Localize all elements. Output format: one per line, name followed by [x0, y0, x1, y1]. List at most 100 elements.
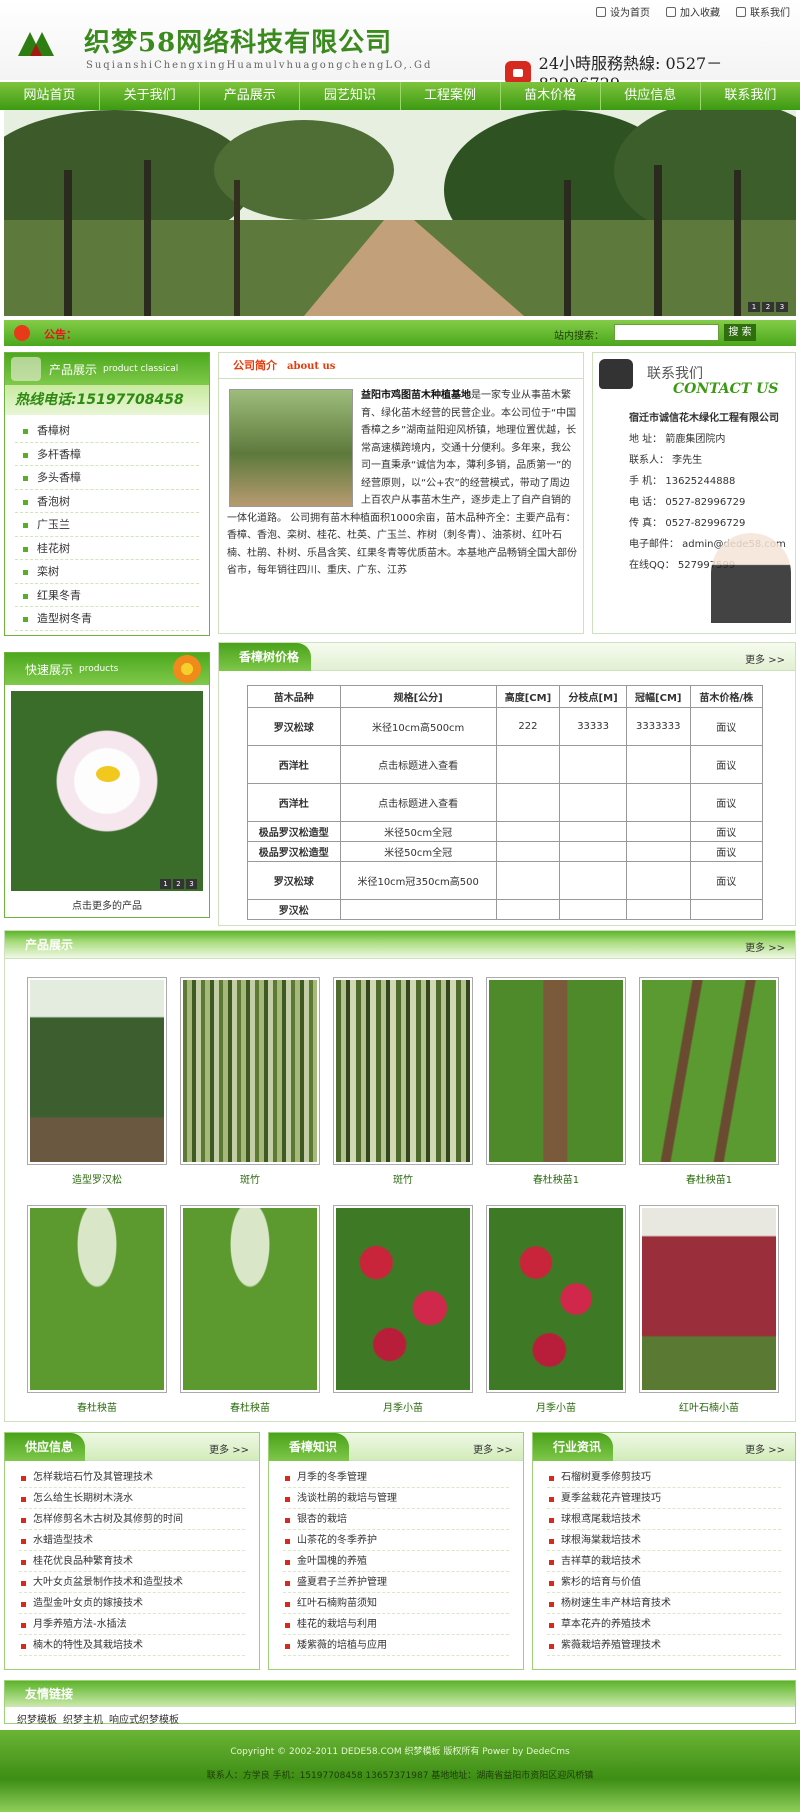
product-image[interactable] — [27, 977, 167, 1165]
product-card[interactable]: 春杜秧苗1 — [486, 977, 626, 1186]
list-item[interactable]: 红果冬青 — [15, 584, 199, 607]
product-caption[interactable]: 斑竹 — [333, 1171, 473, 1186]
friend-link[interactable]: 织梦模板 — [17, 1711, 57, 1726]
product-image[interactable] — [639, 977, 779, 1165]
list-item[interactable]: 杨树速生丰产林培育技术 — [547, 1593, 781, 1614]
product-image[interactable] — [180, 977, 320, 1165]
list-item[interactable]: 怎样栽培石竹及其管理技术 — [19, 1467, 245, 1488]
product-card[interactable]: 斑竹 — [333, 977, 473, 1186]
product-card[interactable]: 春杜秧苗 — [27, 1205, 167, 1414]
product-card[interactable]: 红叶石楠小苗 — [639, 1205, 779, 1414]
product-card[interactable]: 斑竹 — [180, 977, 320, 1186]
product-card[interactable]: 春杜秧苗 — [180, 1205, 320, 1414]
product-image[interactable] — [180, 1205, 320, 1393]
add-favorite-link[interactable]: 加入收藏 — [666, 4, 720, 19]
list-item[interactable]: 多杆香樟 — [15, 443, 199, 466]
list-item[interactable]: 紫薇栽培养殖管理技术 — [547, 1635, 781, 1656]
list-item[interactable]: 金叶国槐的养殖 — [283, 1551, 509, 1572]
product-image[interactable] — [333, 1205, 473, 1393]
list-item[interactable]: 矮紫薇的培植与应用 — [283, 1635, 509, 1656]
banner-slideshow[interactable]: 1 2 3 — [4, 110, 796, 316]
table-cell[interactable]: 罗汉松球 — [247, 707, 341, 746]
banner-dot-1[interactable]: 1 — [748, 302, 760, 312]
table-cell[interactable]: 西洋杜 — [247, 783, 341, 822]
list-item[interactable]: 夏季盆栽花卉管理技巧 — [547, 1488, 781, 1509]
product-image[interactable] — [27, 1205, 167, 1393]
product-caption[interactable]: 月季小苗 — [333, 1399, 473, 1414]
list-item[interactable]: 大叶女贞盆景制作技术和造型技术 — [19, 1572, 245, 1593]
supply-more-link[interactable]: 更多 >> — [209, 1441, 249, 1456]
set-home-link[interactable]: 设为首页 — [596, 4, 650, 19]
list-item[interactable]: 草本花卉的养殖技术 — [547, 1614, 781, 1635]
list-item[interactable]: 银杏的栽培 — [283, 1509, 509, 1530]
lotus-image[interactable]: 1 2 3 — [11, 691, 203, 891]
list-item[interactable]: 楠木的特性及其栽培技术 — [19, 1635, 245, 1656]
industry-more-link[interactable]: 更多 >> — [745, 1441, 785, 1456]
list-item[interactable]: 水蜡造型技术 — [19, 1530, 245, 1551]
list-item[interactable]: 栾树 — [15, 560, 199, 584]
list-item[interactable]: 香泡树 — [15, 490, 199, 513]
list-item[interactable]: 吉祥草的栽培技术 — [547, 1551, 781, 1572]
product-caption[interactable]: 春杜秧苗1 — [486, 1171, 626, 1186]
friend-link[interactable]: 响应式织梦模板 — [109, 1711, 179, 1726]
product-caption[interactable]: 春杜秧苗 — [27, 1399, 167, 1414]
list-item[interactable]: 石榴树夏季修剪技巧 — [547, 1467, 781, 1488]
list-item[interactable]: 桂花树 — [15, 537, 199, 560]
product-caption[interactable]: 造型罗汉松 — [27, 1171, 167, 1186]
list-item[interactable]: 盛夏君子兰养护管理 — [283, 1572, 509, 1593]
list-item[interactable]: 多头香樟 — [15, 466, 199, 490]
table-cell[interactable]: 罗汉松球 — [247, 861, 341, 900]
search-button[interactable]: 搜 索 — [724, 324, 756, 341]
search-input[interactable] — [614, 324, 719, 341]
nav-products[interactable]: 产品展示 — [200, 82, 301, 110]
list-item[interactable]: 红叶石楠购苗须知 — [283, 1593, 509, 1614]
banner-dot-3[interactable]: 3 — [776, 302, 788, 312]
list-item[interactable]: 桂花优良品种繁育技术 — [19, 1551, 245, 1572]
table-cell[interactable]: 极品罗汉松造型 — [247, 821, 341, 842]
products-more-link[interactable]: 更多 >> — [745, 939, 785, 954]
list-item[interactable]: 造型金叶女贞的嫁接技术 — [19, 1593, 245, 1614]
list-item[interactable]: 怎样修剪名木古树及其修剪的时间 — [19, 1509, 245, 1530]
friend-link[interactable]: 织梦主机 — [63, 1711, 103, 1726]
nav-prices[interactable]: 苗木价格 — [501, 82, 601, 110]
quick-dot-3[interactable]: 3 — [186, 879, 197, 889]
quick-dot-2[interactable]: 2 — [173, 879, 184, 889]
knowledge-more-link[interactable]: 更多 >> — [473, 1441, 513, 1456]
product-card[interactable]: 造型罗汉松 — [27, 977, 167, 1186]
nav-contact[interactable]: 联系我们 — [701, 82, 800, 110]
product-caption[interactable]: 春杜秧苗1 — [639, 1171, 779, 1186]
list-item[interactable]: 月季养殖方法-水插法 — [19, 1614, 245, 1635]
product-image[interactable] — [333, 977, 473, 1165]
nav-supply[interactable]: 供应信息 — [601, 82, 701, 110]
product-caption[interactable]: 红叶石楠小苗 — [639, 1399, 779, 1414]
nav-cases[interactable]: 工程案例 — [401, 82, 501, 110]
more-products-link[interactable]: 点击更多的产品 — [5, 897, 209, 918]
nav-knowledge[interactable]: 园艺知识 — [300, 82, 401, 110]
product-image[interactable] — [486, 1205, 626, 1393]
list-item[interactable]: 广玉兰 — [15, 513, 199, 537]
quick-dot-1[interactable]: 1 — [160, 879, 171, 889]
table-cell[interactable]: 西洋杜 — [247, 745, 341, 784]
table-cell[interactable]: 罗汉松 — [247, 899, 341, 920]
list-item[interactable]: 月季的冬季管理 — [283, 1467, 509, 1488]
product-caption[interactable]: 斑竹 — [180, 1171, 320, 1186]
product-card[interactable]: 春杜秧苗1 — [639, 977, 779, 1186]
table-cell[interactable]: 极品罗汉松造型 — [247, 841, 341, 862]
product-caption[interactable]: 月季小苗 — [486, 1399, 626, 1414]
list-item[interactable]: 紫杉的培育与价值 — [547, 1572, 781, 1593]
list-item[interactable]: 香樟树 — [15, 419, 199, 443]
banner-dot-2[interactable]: 2 — [762, 302, 774, 312]
price-more-link[interactable]: 更多 >> — [745, 651, 785, 666]
product-image[interactable] — [639, 1205, 779, 1393]
list-item[interactable]: 球根鸢尾栽培技术 — [547, 1509, 781, 1530]
product-card[interactable]: 月季小苗 — [486, 1205, 626, 1414]
nav-home[interactable]: 网站首页 — [0, 82, 101, 110]
contact-link[interactable]: 联系我们 — [736, 4, 790, 19]
list-item[interactable]: 浅谈杜鹃的栽培与管理 — [283, 1488, 509, 1509]
list-item[interactable]: 怎么给生长期树木浇水 — [19, 1488, 245, 1509]
intro-lead[interactable]: 益阳市鸡图苗木种植基地 — [361, 390, 471, 401]
list-item[interactable]: 造型树冬青 — [15, 607, 199, 631]
product-card[interactable]: 月季小苗 — [333, 1205, 473, 1414]
nav-about[interactable]: 关于我们 — [100, 82, 201, 110]
list-item[interactable]: 桂花的栽培与利用 — [283, 1614, 509, 1635]
